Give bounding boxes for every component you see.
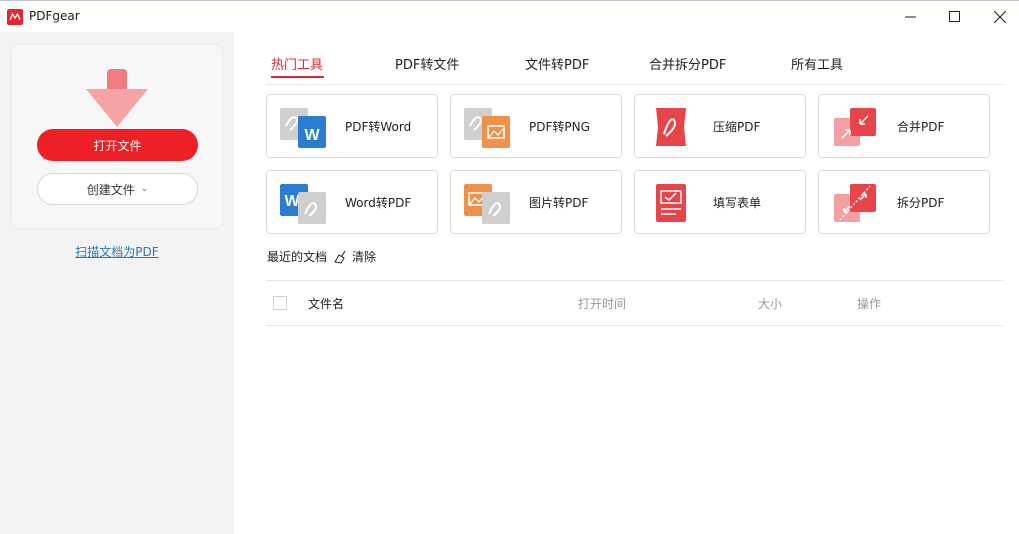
sidebar: 打开文件 创建文件 ⌄ 扫描文档为PDF	[0, 32, 234, 534]
recent-documents-header: 最近的文档 清除	[267, 248, 376, 265]
column-file-name[interactable]: 文件名	[308, 295, 344, 312]
pdf-to-word-icon: W	[280, 108, 326, 148]
tool-card-split-pdf[interactable]: 拆分PDF	[818, 170, 990, 234]
active-tab-indicator	[271, 76, 324, 78]
broom-icon	[334, 250, 346, 264]
pdf-to-png-icon	[464, 108, 510, 148]
word-to-pdf-icon: W	[280, 184, 326, 224]
close-button[interactable]	[977, 1, 1019, 32]
split-pdf-icon	[834, 184, 876, 222]
app-title: PDFgear	[29, 9, 80, 23]
fill-form-icon	[656, 184, 686, 222]
recent-table-header: 文件名 打开时间 大小 操作	[266, 281, 1003, 325]
tool-label: 合并PDF	[897, 119, 945, 134]
column-size[interactable]: 大小	[758, 295, 782, 312]
close-icon	[994, 10, 1006, 23]
svg-text:W: W	[304, 127, 320, 144]
tab-merge-split-pdf[interactable]: 合并拆分PDF	[649, 54, 726, 73]
tool-label: 填写表单	[713, 195, 762, 210]
download-arrow-icon	[86, 69, 148, 127]
clear-label: 清除	[352, 250, 377, 264]
compress-pdf-icon	[656, 108, 686, 146]
tabs-divider	[266, 84, 1005, 85]
merge-pdf-icon	[834, 108, 876, 146]
minimize-button[interactable]	[887, 1, 933, 32]
image-to-pdf-icon	[464, 184, 510, 224]
create-file-label: 创建文件	[86, 182, 135, 197]
main-content: 热门工具 PDF转文件 文件转PDF 合并拆分PDF 所有工具 W PDF转Wo…	[234, 32, 1019, 534]
recent-documents-title: 最近的文档	[267, 250, 328, 264]
scan-document-link[interactable]: 扫描文档为PDF	[0, 243, 234, 260]
column-open-time[interactable]: 打开时间	[578, 295, 626, 312]
title-bar: PDFgear	[0, 1, 1019, 32]
tool-card-fill-form[interactable]: 填写表单	[634, 170, 806, 234]
table-divider-bottom	[266, 325, 1003, 326]
open-file-card[interactable]: 打开文件 创建文件 ⌄	[11, 44, 223, 229]
tool-card-pdf-to-png[interactable]: PDF转PNG	[450, 94, 622, 158]
clear-recent-button[interactable]: 清除	[333, 248, 376, 265]
tool-label: Word转PDF	[345, 195, 412, 210]
tool-label: PDF转PNG	[529, 119, 590, 134]
tool-card-compress-pdf[interactable]: 压缩PDF	[634, 94, 806, 158]
maximize-button[interactable]	[931, 1, 977, 32]
chevron-down-icon: ⌄	[140, 184, 149, 194]
tool-label: PDF转Word	[345, 119, 412, 134]
tab-bar: 热门工具 PDF转文件 文件转PDF 合并拆分PDF 所有工具	[234, 32, 1019, 85]
column-actions: 操作	[857, 297, 882, 311]
tool-label: 图片转PDF	[529, 195, 589, 210]
minimize-icon	[904, 16, 916, 18]
tab-popular-tools[interactable]: 热门工具	[271, 54, 323, 73]
tab-pdf-to-file[interactable]: PDF转文件	[395, 54, 459, 73]
open-file-button[interactable]: 打开文件	[37, 129, 198, 161]
tool-label: 压缩PDF	[713, 119, 761, 134]
tab-all-tools[interactable]: 所有工具	[791, 54, 843, 73]
select-all-checkbox[interactable]	[273, 296, 287, 310]
maximize-icon	[948, 11, 960, 22]
tool-card-word-to-pdf[interactable]: W Word转PDF	[266, 170, 438, 234]
app-logo-icon	[7, 9, 23, 25]
tool-card-image-to-pdf[interactable]: 图片转PDF	[450, 170, 622, 234]
tool-card-merge-pdf[interactable]: 合并PDF	[818, 94, 990, 158]
tool-label: 拆分PDF	[897, 195, 945, 210]
tool-card-pdf-to-word[interactable]: W PDF转Word	[266, 94, 438, 158]
create-file-button[interactable]: 创建文件 ⌄	[37, 173, 198, 205]
tab-file-to-pdf[interactable]: 文件转PDF	[525, 54, 589, 73]
